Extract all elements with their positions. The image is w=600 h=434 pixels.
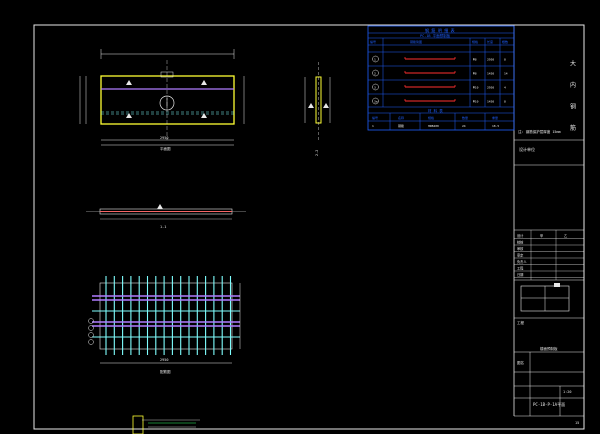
scale-value: 1:20 [563, 390, 571, 394]
bottom-partial-detail [132, 415, 200, 434]
table-cell-id: 3a [374, 99, 378, 103]
table-cell-id: 3 [374, 85, 376, 89]
title-row-value: 甲 [540, 234, 543, 238]
title-row-label: 审核 [517, 246, 524, 251]
table-cell-spec: Φ8 [473, 71, 477, 75]
material-header-cell: 名称 [398, 115, 404, 120]
material-cell: 1 [372, 124, 374, 128]
table-title: 钢 筋 明 细 表 [425, 27, 455, 33]
title-row-label: 校核 [517, 240, 524, 245]
material-cell: 钢筋 [398, 123, 404, 128]
table-cell-length: 1450 [487, 71, 494, 75]
table-cell-spec: Φ8 [473, 57, 477, 61]
material-header-cell: 重量 [492, 115, 498, 120]
section-1-1-view [86, 204, 246, 220]
table-row: 3 Φ10 2950 4 [372, 83, 506, 91]
cad-drawing-canvas[interactable]: 设计校核审核审定负责人工程日期甲乙 大 内 钢 筋 设计单位 工程 楼面预制板 … [0, 0, 600, 434]
table-header-cell: 规格 [472, 39, 478, 44]
table-header-cell: 根数 [502, 39, 508, 44]
title-row-label: 审定 [517, 253, 524, 258]
material-header-cell: 编号 [372, 115, 378, 120]
table-row: 2 Φ8 1450 14 [372, 69, 508, 77]
table-cell-length: 2950 [487, 57, 494, 61]
table-note: 注: 钢筋保护层厚度 15mm [518, 129, 561, 134]
sheet-border [33, 24, 585, 430]
side-section-label: 2-2 [315, 150, 319, 156]
plan-dimension: 2950 [160, 136, 168, 140]
table-header-cell: 钢筋简图 [410, 39, 422, 44]
page-number: 15 [575, 421, 579, 425]
rebar-schedule-table: 编号 钢筋简图 规格 长度 根数1 Φ8 2950 82 Φ8 1450 143 Φ10 2950 43a… [367, 25, 515, 131]
material-cell: 18.5 [492, 124, 499, 128]
vertical-drawing-title: 大 内 钢 筋 [569, 59, 576, 137]
material-cell: 24 [462, 124, 466, 128]
material-header-cell: 数量 [462, 115, 468, 120]
table-cell-count: 8 [504, 99, 506, 103]
project-label: 工程 [517, 320, 525, 325]
section-1-1-label: 1-1 [160, 225, 166, 229]
table-row: 1 Φ8 2950 8 [372, 55, 506, 63]
table-cell-count: 4 [504, 85, 506, 89]
plan-view-label: 平面图 [160, 146, 171, 151]
title-row-label: 负责人 [517, 259, 527, 264]
sheet-number: PC-1B-P-1A平面 [533, 402, 565, 407]
plan-view [79, 49, 245, 146]
table-row: 3a Φ10 1450 8 [372, 97, 506, 105]
drawing-name: 楼面预制板 [540, 346, 558, 351]
table-cell-count: 8 [504, 57, 506, 61]
drawing-name-label: 图名 [517, 360, 524, 365]
side-section-view [304, 62, 331, 140]
table-subtitle: PC-1B 平面预制板 [420, 33, 451, 38]
table-cell-spec: Φ10 [473, 85, 479, 89]
title-row-label: 设计 [517, 233, 524, 238]
title-row-value: 乙 [564, 233, 567, 238]
table-cell-length: 1450 [487, 99, 494, 103]
material-cell: HRB400 [428, 124, 439, 128]
table-cell-id: 2 [374, 71, 376, 75]
table-cell-id: 1 [374, 57, 376, 61]
design-unit-label: 设计单位 [519, 146, 535, 152]
table-header-cell: 编号 [370, 39, 376, 44]
rebar-layout-view [88, 276, 241, 364]
title-row-label: 工程 [517, 266, 524, 271]
table-header-cell: 长度 [487, 39, 493, 44]
table-cell-length: 2950 [487, 85, 494, 89]
table-cell-spec: Φ10 [473, 99, 479, 103]
title-row-label: 日期 [517, 272, 523, 277]
rebar-dimension: 2950 [160, 358, 168, 362]
material-header-cell: 规格 [428, 115, 434, 120]
material-table-title: 材 料 表 [428, 108, 443, 113]
rebar-view-label: 配筋图 [160, 369, 171, 374]
table-cell-count: 14 [504, 71, 508, 75]
